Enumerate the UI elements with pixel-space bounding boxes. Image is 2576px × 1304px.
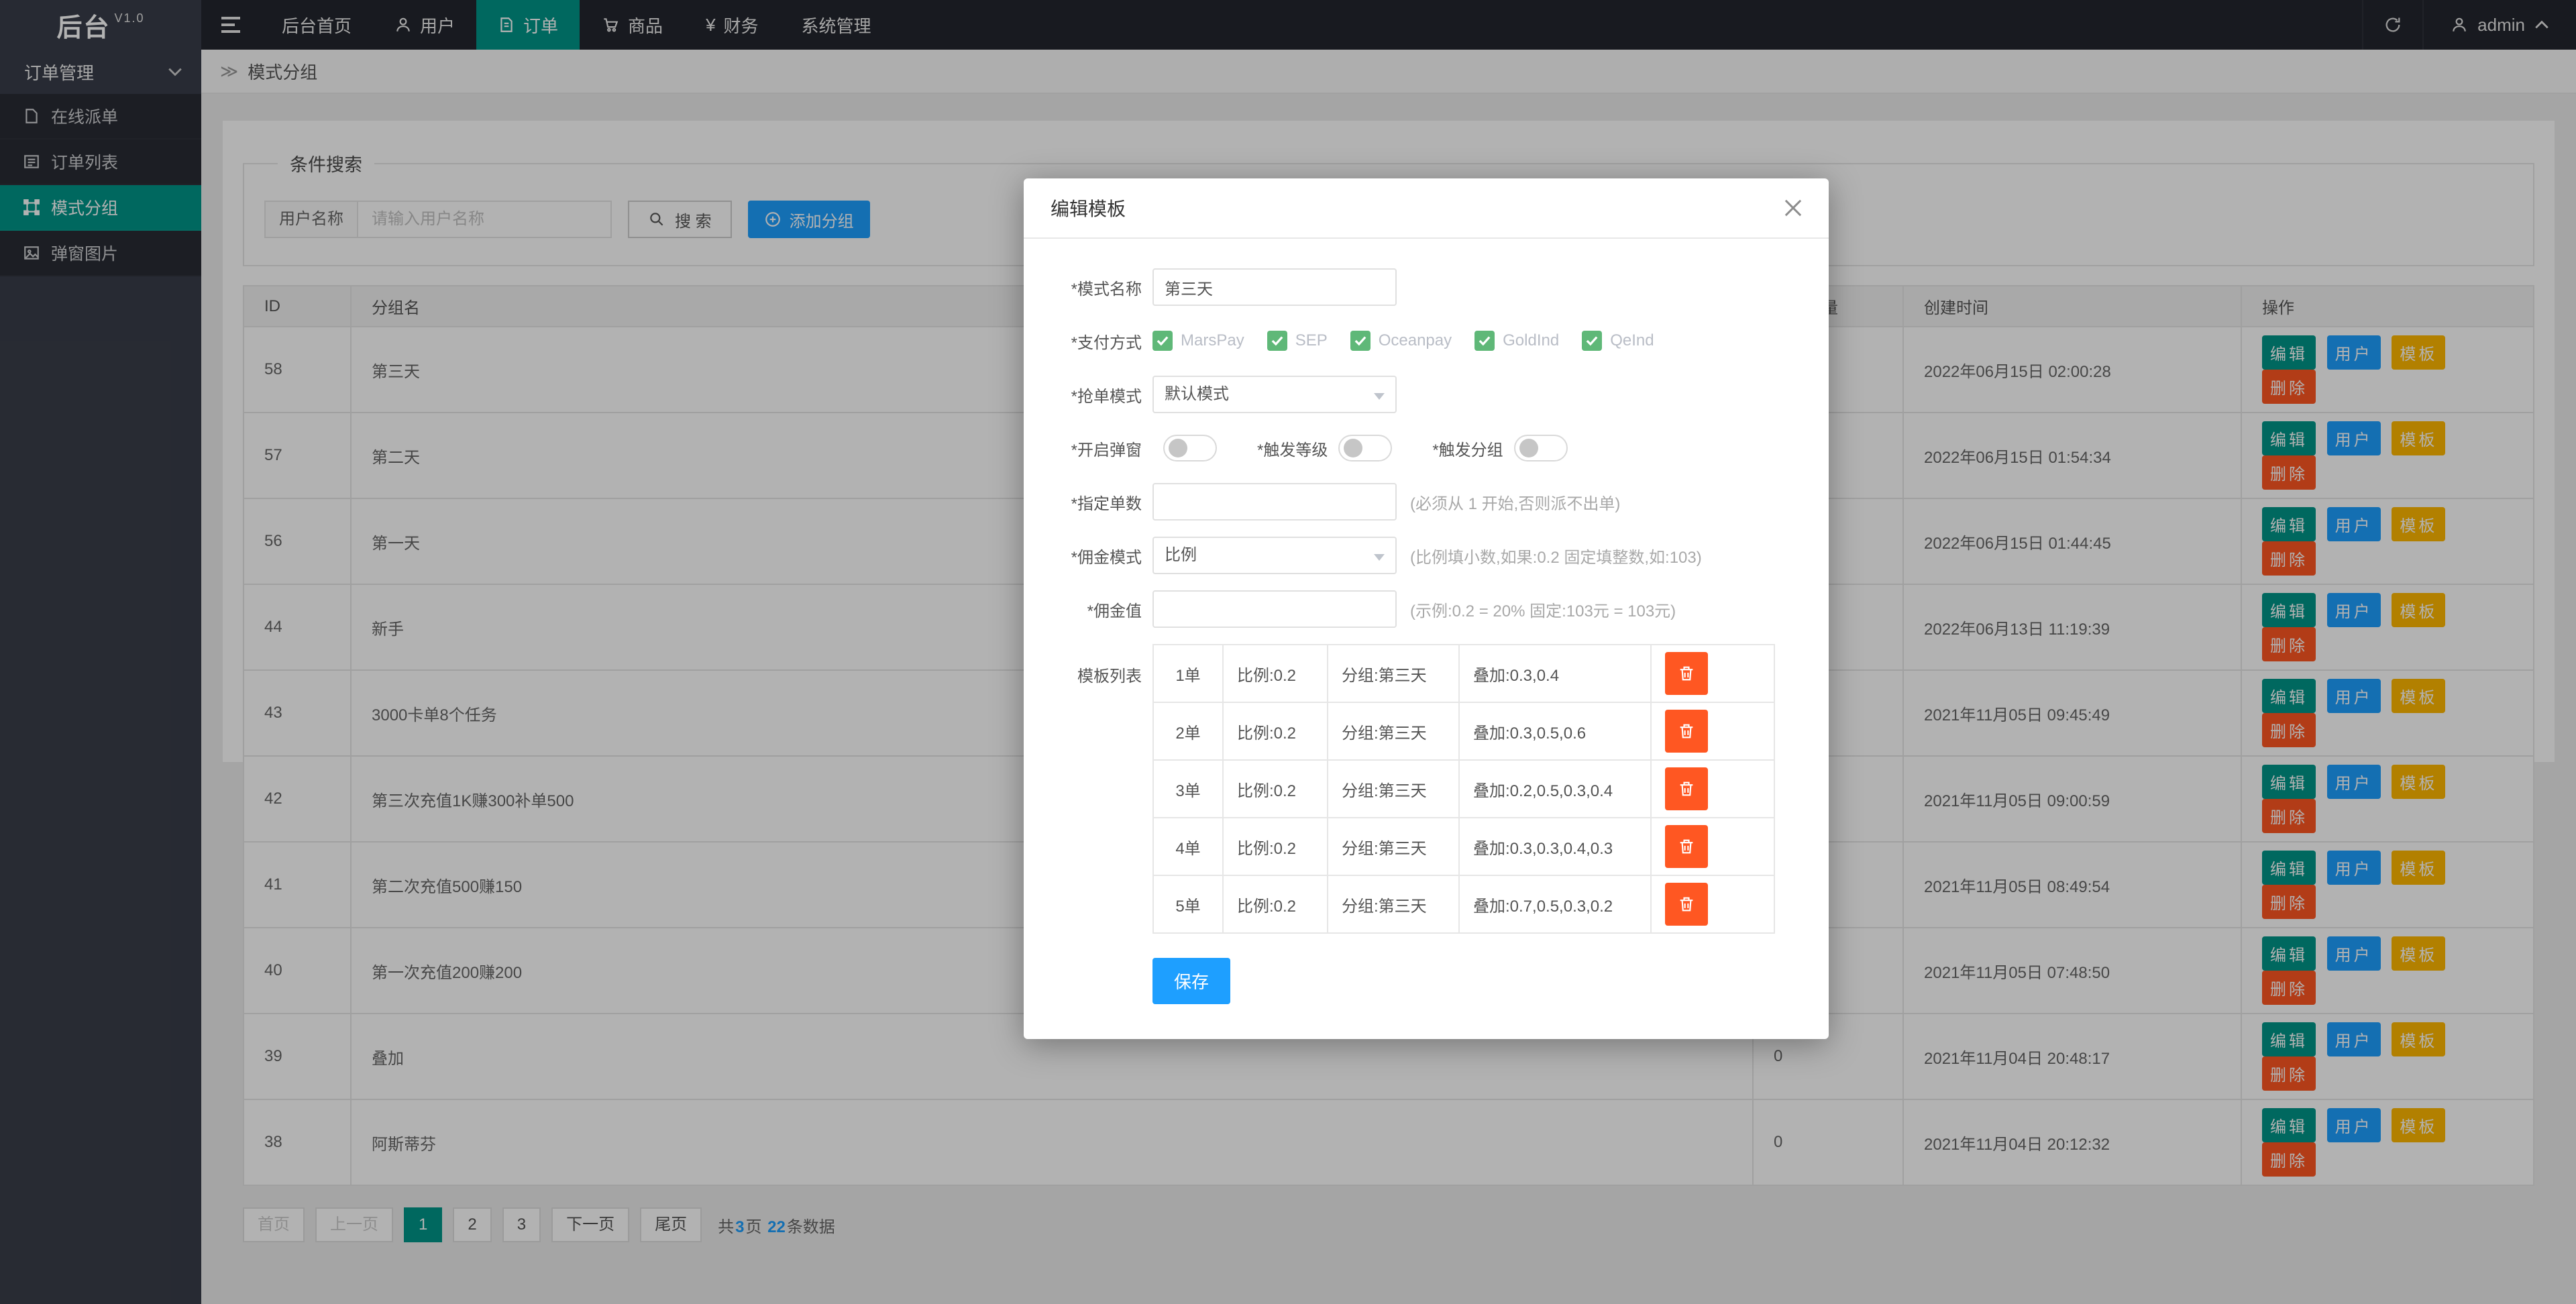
payment-methods-row: *支付方式 MarsPay bbox=[1024, 322, 1829, 360]
template-ratio: 比例:0.2 bbox=[1223, 875, 1328, 933]
template-row: 3单 比例:0.2 分组:第三天 叠加:0.2,0.5,0.3,0.4 bbox=[1153, 760, 1774, 818]
template-group: 分组:第三天 bbox=[1328, 760, 1459, 818]
template-row: 5单 比例:0.2 分组:第三天 叠加:0.7,0.5,0.3,0.2 bbox=[1153, 875, 1774, 933]
commission-mode-row: *佣金模式 比例 (比例填小数,如果:0.2 固定填整数,如:103) bbox=[1024, 537, 1829, 574]
checkbox-checked-icon bbox=[1582, 331, 1602, 351]
trash-icon bbox=[1677, 837, 1696, 856]
payment-checkbox-label: GoldInd bbox=[1503, 331, 1559, 350]
grab-mode-row: *抢单模式 默认模式 bbox=[1024, 376, 1829, 413]
grab-mode-value: 默认模式 bbox=[1165, 385, 1229, 403]
popup-toggle-label: *开启弹窗 bbox=[1024, 437, 1142, 460]
template-stack: 叠加:0.7,0.5,0.3,0.2 bbox=[1459, 875, 1651, 933]
template-delete-button[interactable] bbox=[1665, 652, 1708, 695]
template-order: 1单 bbox=[1153, 645, 1223, 702]
template-ratio: 比例:0.2 bbox=[1223, 760, 1328, 818]
template-group: 分组:第三天 bbox=[1328, 702, 1459, 760]
payment-checkbox[interactable]: Oceanpay bbox=[1350, 331, 1452, 351]
template-row: 2单 比例:0.2 分组:第三天 叠加:0.3,0.5,0.6 bbox=[1153, 702, 1774, 760]
toggle-knob bbox=[1169, 439, 1187, 457]
payment-checkbox[interactable]: GoldInd bbox=[1474, 331, 1559, 351]
commission-mode-label: *佣金模式 bbox=[1024, 544, 1142, 567]
template-order: 2单 bbox=[1153, 702, 1223, 760]
commission-value-row: *佣金值 (示例:0.2 = 20% 固定:103元 = 103元) bbox=[1024, 590, 1829, 628]
template-ratio: 比例:0.2 bbox=[1223, 645, 1328, 702]
template-table-body: 1单 比例:0.2 分组:第三天 叠加:0.3,0.4 bbox=[1153, 645, 1774, 933]
mode-name-row: *模式名称 bbox=[1024, 268, 1829, 306]
checkbox-checked-icon bbox=[1350, 331, 1371, 351]
template-group: 分组:第三天 bbox=[1328, 645, 1459, 702]
toggle-knob bbox=[1519, 439, 1538, 457]
template-ratio: 比例:0.2 bbox=[1223, 818, 1328, 875]
commission-value-hint: (示例:0.2 = 20% 固定:103元 = 103元) bbox=[1410, 598, 1676, 621]
commission-value-label: *佣金值 bbox=[1024, 598, 1142, 621]
commission-mode-select[interactable]: 比例 bbox=[1152, 537, 1397, 574]
template-order: 5单 bbox=[1153, 875, 1223, 933]
template-delete-button[interactable] bbox=[1665, 883, 1708, 926]
grab-mode-label: *抢单模式 bbox=[1024, 383, 1142, 406]
trigger-level-toggle[interactable] bbox=[1338, 435, 1392, 461]
caret-down-icon bbox=[1374, 554, 1385, 561]
template-list-row: 模板列表 1单 比例:0.2 分组:第三天 叠加:0.3,0.4 bbox=[1024, 644, 1829, 934]
trigger-group-toggle[interactable] bbox=[1514, 435, 1568, 461]
commission-mode-hint: (比例填小数,如果:0.2 固定填整数,如:103) bbox=[1410, 544, 1702, 567]
trash-icon bbox=[1677, 722, 1696, 741]
payment-checkbox[interactable]: MarsPay bbox=[1152, 331, 1244, 351]
trigger-group-label: *触发分组 bbox=[1432, 437, 1503, 460]
template-order: 4单 bbox=[1153, 818, 1223, 875]
order-count-label: *指定单数 bbox=[1024, 490, 1142, 514]
trash-icon bbox=[1677, 664, 1696, 683]
template-group: 分组:第三天 bbox=[1328, 875, 1459, 933]
template-order: 3单 bbox=[1153, 760, 1223, 818]
caret-down-icon bbox=[1374, 393, 1385, 400]
trigger-level-label: *触发等级 bbox=[1257, 437, 1328, 460]
modal-body: *模式名称 *支付方式 MarsPay bbox=[1024, 239, 1829, 1039]
payment-checkbox-label: SEP bbox=[1295, 331, 1328, 350]
toggles-row: *开启弹窗 *触发等级 *触发分组 bbox=[1024, 429, 1829, 467]
payment-checkbox[interactable]: QeInd bbox=[1582, 331, 1654, 351]
payment-checkbox-label: MarsPay bbox=[1181, 331, 1244, 350]
template-stack: 叠加:0.2,0.5,0.3,0.4 bbox=[1459, 760, 1651, 818]
toggle-knob bbox=[1344, 439, 1362, 457]
template-table: 1单 比例:0.2 分组:第三天 叠加:0.3,0.4 bbox=[1152, 644, 1775, 934]
modal-header: 编辑模板 bbox=[1024, 178, 1829, 239]
grab-mode-select[interactable]: 默认模式 bbox=[1152, 376, 1397, 413]
modal-title: 编辑模板 bbox=[1051, 195, 1126, 221]
commission-mode-value: 比例 bbox=[1165, 546, 1197, 564]
template-ratio: 比例:0.2 bbox=[1223, 702, 1328, 760]
checkbox-checked-icon bbox=[1152, 331, 1173, 351]
trash-icon bbox=[1677, 779, 1696, 798]
mode-name-label: *模式名称 bbox=[1024, 276, 1142, 299]
mode-name-input[interactable] bbox=[1152, 268, 1397, 306]
template-stack: 叠加:0.3,0.5,0.6 bbox=[1459, 702, 1651, 760]
template-stack: 叠加:0.3,0.4 bbox=[1459, 645, 1651, 702]
template-row: 4单 比例:0.2 分组:第三天 叠加:0.3,0.3,0.4,0.3 bbox=[1153, 818, 1774, 875]
payment-checkbox-group: MarsPay SEP bbox=[1152, 331, 1654, 351]
template-delete-button[interactable] bbox=[1665, 710, 1708, 753]
save-row: 保存 bbox=[1024, 958, 1829, 1004]
popup-toggle[interactable] bbox=[1163, 435, 1217, 461]
trash-icon bbox=[1677, 895, 1696, 914]
save-button[interactable]: 保存 bbox=[1152, 958, 1230, 1004]
payment-checkbox[interactable]: SEP bbox=[1267, 331, 1328, 351]
order-count-hint: (必须从 1 开始,否则派不出单) bbox=[1410, 490, 1620, 514]
order-count-input[interactable] bbox=[1152, 483, 1397, 521]
screen: 后台V1.0 后台首页 用户 订单 bbox=[0, 0, 2576, 1304]
template-list-label: 模板列表 bbox=[1024, 644, 1142, 686]
payment-checkbox-label: QeInd bbox=[1610, 331, 1654, 350]
template-delete-button[interactable] bbox=[1665, 825, 1708, 868]
template-row: 1单 比例:0.2 分组:第三天 叠加:0.3,0.4 bbox=[1153, 645, 1774, 702]
order-count-row: *指定单数 (必须从 1 开始,否则派不出单) bbox=[1024, 483, 1829, 521]
template-stack: 叠加:0.3,0.3,0.4,0.3 bbox=[1459, 818, 1651, 875]
checkbox-checked-icon bbox=[1267, 331, 1287, 351]
close-icon[interactable] bbox=[1784, 199, 1802, 217]
commission-value-input[interactable] bbox=[1152, 590, 1397, 628]
payment-methods-label: *支付方式 bbox=[1024, 329, 1142, 353]
edit-template-modal: 编辑模板 *模式名称 *支付方式 bbox=[1024, 178, 1829, 1039]
checkbox-checked-icon bbox=[1474, 331, 1495, 351]
template-delete-button[interactable] bbox=[1665, 767, 1708, 810]
template-group: 分组:第三天 bbox=[1328, 818, 1459, 875]
payment-checkbox-label: Oceanpay bbox=[1379, 331, 1452, 350]
